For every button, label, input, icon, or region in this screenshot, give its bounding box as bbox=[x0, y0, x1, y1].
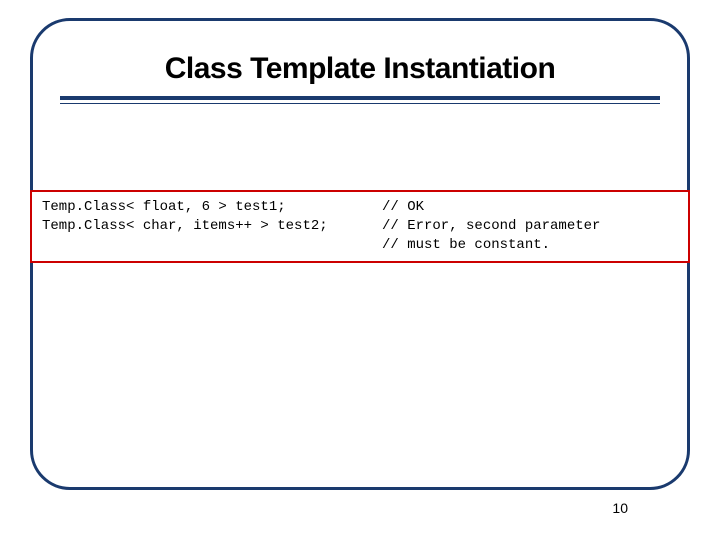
code-statement-2: Temp.Class< char, items++ > test2; bbox=[42, 217, 382, 236]
page-number: 10 bbox=[612, 500, 628, 516]
code-statement-1: Temp.Class< float, 6 > test1; bbox=[42, 198, 382, 217]
title-underline-thin bbox=[60, 103, 660, 104]
code-line-1: Temp.Class< float, 6 > test1; // OK bbox=[42, 198, 678, 217]
title-underline-thick bbox=[60, 96, 660, 100]
code-comment-3: // must be constant. bbox=[382, 236, 550, 255]
code-statement-3 bbox=[42, 236, 382, 255]
code-line-2: Temp.Class< char, items++ > test2; // Er… bbox=[42, 217, 678, 236]
code-block: Temp.Class< float, 6 > test1; // OK Temp… bbox=[30, 190, 690, 263]
code-comment-2: // Error, second parameter bbox=[382, 217, 600, 236]
title-area: Class Template Instantiation bbox=[60, 52, 660, 104]
code-comment-1: // OK bbox=[382, 198, 424, 217]
slide-title: Class Template Instantiation bbox=[60, 52, 660, 94]
code-line-3: // must be constant. bbox=[42, 236, 678, 255]
